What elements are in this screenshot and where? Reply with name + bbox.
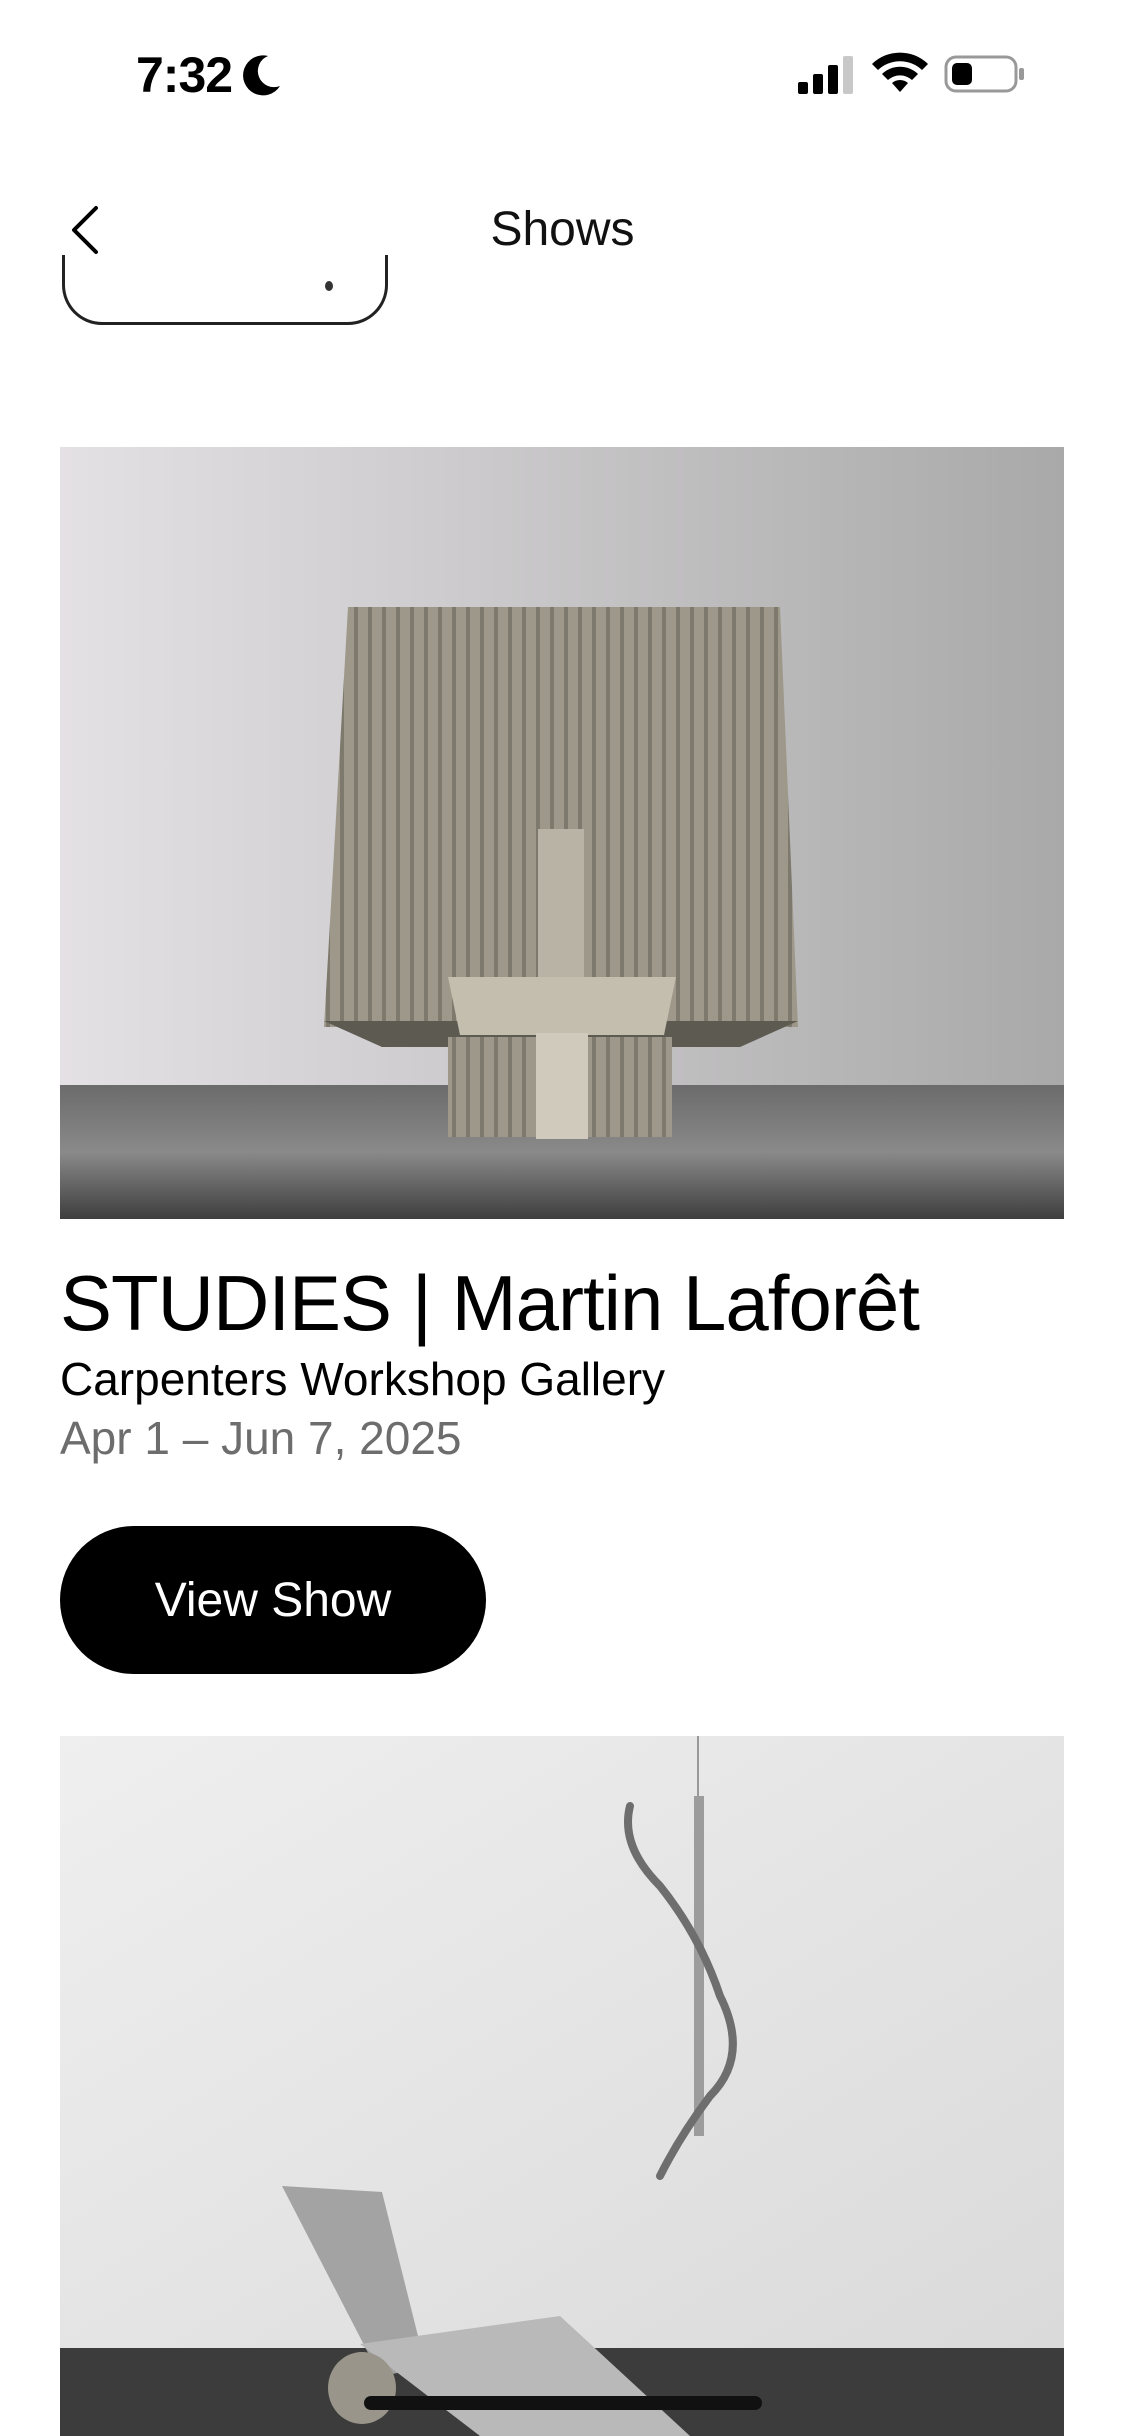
show-dates: Apr 1 – Jun 7, 2025 — [60, 1412, 462, 1464]
status-bar: 7:32 — [0, 0, 1125, 150]
signal-icon — [798, 56, 853, 94]
show-image[interactable] — [60, 447, 1064, 1219]
battery-icon — [944, 55, 1024, 93]
status-time: 7:32 — [136, 47, 233, 103]
page-title: Shows — [490, 203, 635, 256]
filter-pill[interactable] — [62, 255, 388, 325]
wifi-icon — [872, 52, 928, 92]
view-show-button[interactable]: View Show — [60, 1526, 486, 1674]
show-title: STUDIES | Martin Laforêt — [60, 1259, 920, 1347]
show-gallery: Carpenters Workshop Gallery — [60, 1353, 666, 1405]
moon-icon — [243, 55, 280, 96]
home-indicator — [364, 2396, 762, 2410]
show-image[interactable] — [60, 1736, 1064, 2436]
